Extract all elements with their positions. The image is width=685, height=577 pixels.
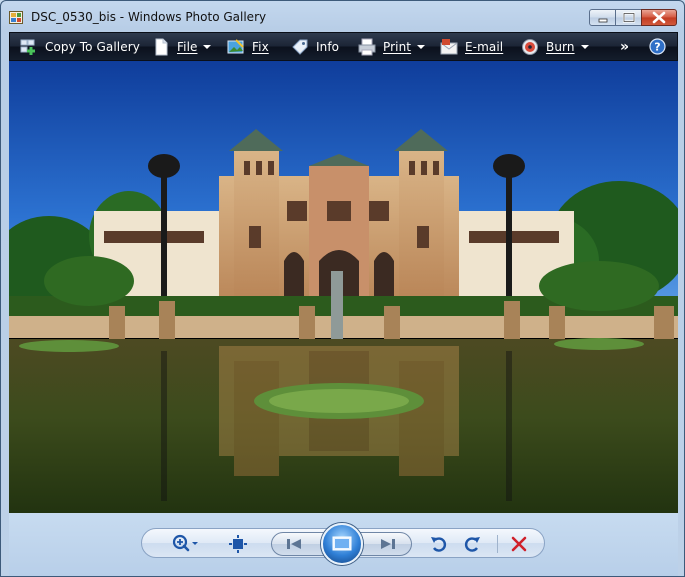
help-button[interactable]: ? bbox=[649, 33, 666, 60]
burn-disc-icon bbox=[522, 38, 538, 55]
info-label: Info bbox=[316, 39, 340, 54]
help-icon: ? bbox=[649, 38, 666, 55]
info-tag-icon bbox=[292, 39, 308, 55]
rotate-counterclockwise-button[interactable] bbox=[428, 533, 450, 555]
minimize-icon bbox=[598, 18, 608, 23]
fix-label: Fix bbox=[252, 39, 269, 54]
maximize-button[interactable] bbox=[615, 9, 642, 26]
email-button[interactable]: E-mail bbox=[440, 33, 503, 60]
copy-to-gallery-button[interactable]: Copy To Gallery bbox=[20, 33, 140, 60]
next-icon bbox=[381, 539, 395, 549]
slideshow-icon bbox=[332, 536, 352, 551]
photo-gallery-window: DSC_0530_bis - Windows Photo Gallery Cop… bbox=[0, 0, 685, 577]
fix-button[interactable]: Fix bbox=[227, 33, 269, 60]
photo-gallery-app-icon bbox=[9, 11, 23, 24]
next-button[interactable] bbox=[374, 534, 402, 554]
file-label: File bbox=[177, 39, 198, 54]
email-icon bbox=[440, 38, 458, 54]
more-chevron-icon: » bbox=[620, 38, 630, 55]
print-menu[interactable]: Print bbox=[358, 33, 426, 60]
controls-separator bbox=[497, 535, 498, 553]
rotate-counterclockwise-icon bbox=[431, 537, 447, 552]
svg-text:?: ? bbox=[654, 41, 660, 54]
close-icon bbox=[652, 11, 666, 24]
more-commands-button[interactable]: » bbox=[620, 33, 629, 60]
window-title: DSC_0530_bis - Windows Photo Gallery bbox=[31, 10, 267, 24]
delete-x-icon bbox=[511, 536, 527, 552]
info-button[interactable]: Info bbox=[291, 33, 339, 60]
file-icon bbox=[155, 38, 168, 55]
burn-label: Burn bbox=[546, 39, 575, 54]
previous-button[interactable] bbox=[281, 534, 309, 554]
title-bar[interactable]: DSC_0530_bis - Windows Photo Gallery bbox=[1, 1, 684, 31]
actual-size-button[interactable] bbox=[227, 533, 249, 555]
maximize-icon bbox=[622, 12, 636, 23]
burn-menu[interactable]: Burn bbox=[521, 33, 589, 60]
print-label: Print bbox=[383, 39, 412, 54]
command-bar: Copy To Gallery File Fix Info Print E-ma… bbox=[9, 32, 678, 61]
delete-button[interactable] bbox=[508, 533, 530, 555]
palace-reflection-photo bbox=[9, 61, 678, 513]
file-menu[interactable]: File bbox=[152, 33, 212, 60]
navigation-controls bbox=[9, 513, 678, 576]
email-label: E-mail bbox=[465, 39, 504, 54]
previous-icon bbox=[287, 539, 301, 549]
file-dropdown-arrow-icon bbox=[203, 44, 212, 49]
minimize-button[interactable] bbox=[589, 9, 616, 26]
rotate-clockwise-button[interactable] bbox=[461, 533, 483, 555]
fix-icon bbox=[227, 38, 244, 53]
printer-icon bbox=[358, 38, 376, 55]
burn-dropdown-arrow-icon bbox=[580, 44, 589, 49]
slideshow-button[interactable] bbox=[321, 523, 363, 565]
photo-viewer[interactable] bbox=[9, 61, 678, 513]
zoom-magnifier-icon bbox=[172, 534, 198, 552]
zoom-button[interactable] bbox=[169, 533, 203, 555]
rotate-clockwise-icon bbox=[464, 537, 480, 552]
print-dropdown-arrow-icon bbox=[417, 44, 426, 49]
close-button[interactable] bbox=[641, 9, 677, 26]
actual-size-icon bbox=[229, 535, 247, 553]
copy-to-gallery-label: Copy To Gallery bbox=[45, 39, 140, 54]
copy-to-gallery-icon bbox=[20, 39, 35, 55]
